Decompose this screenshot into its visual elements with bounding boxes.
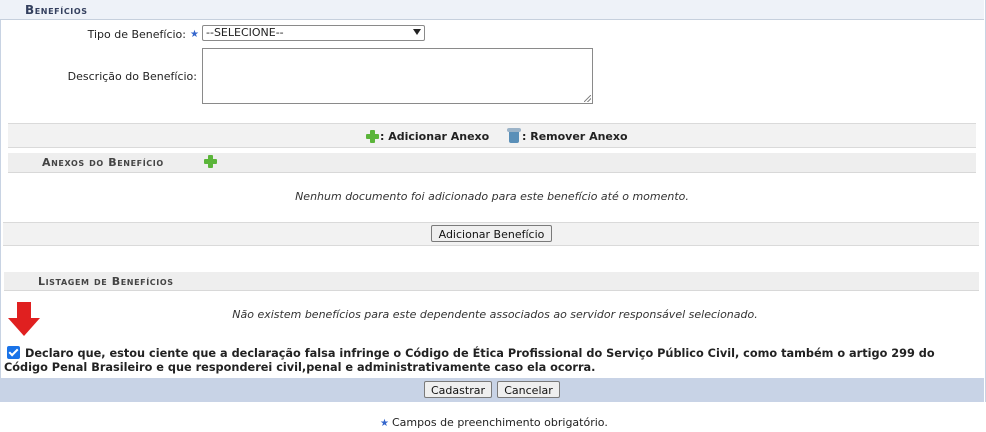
- add-attachment-icon[interactable]: [366, 130, 379, 143]
- chevron-down-icon: [413, 29, 421, 35]
- add-attachment-link[interactable]: : Adicionar Anexo: [380, 130, 489, 143]
- anexos-title: Anexos do Benefício: [42, 156, 164, 169]
- required-star-icon: ★: [190, 29, 199, 40]
- tipo-beneficio-label: Tipo de Benefício:: [87, 28, 186, 41]
- remove-attachment-link[interactable]: : Remover Anexo: [522, 130, 628, 143]
- resize-handle-icon[interactable]: [584, 95, 591, 102]
- arrow-down-icon: [4, 300, 48, 340]
- trash-icon[interactable]: [507, 128, 521, 143]
- required-star-icon-footer: ★: [380, 418, 389, 429]
- declaration-checkbox[interactable]: [7, 346, 20, 359]
- anexos-empty-message: Nenhum documento foi adicionado para est…: [295, 190, 689, 203]
- descricao-textarea[interactable]: [202, 48, 593, 104]
- required-fields-note: Campos de preenchimento obrigatório.: [392, 416, 608, 429]
- declaration-text: Declaro que, estou ciente que a declaraç…: [4, 347, 935, 374]
- cancelar-button[interactable]: Cancelar: [497, 381, 560, 398]
- listagem-title: Listagem de Benefícios: [38, 275, 174, 288]
- cadastrar-button[interactable]: Cadastrar: [424, 381, 492, 398]
- form-actions-bar: Cadastrar Cancelar: [0, 378, 984, 402]
- section-title: Benefícios: [25, 3, 88, 17]
- tipo-beneficio-select[interactable]: --SELECIONE--: [202, 25, 425, 41]
- descricao-label: Descrição do Benefício:: [67, 70, 197, 83]
- add-attachment-icon-small[interactable]: [204, 155, 217, 168]
- add-benefit-button[interactable]: Adicionar Benefício: [431, 225, 552, 242]
- tipo-beneficio-value: --SELECIONE--: [206, 26, 284, 39]
- section-header: Benefícios: [0, 0, 984, 20]
- listagem-empty-message: Não existem benefícios para este depende…: [232, 308, 758, 321]
- anexo-actions-bar: [8, 123, 976, 148]
